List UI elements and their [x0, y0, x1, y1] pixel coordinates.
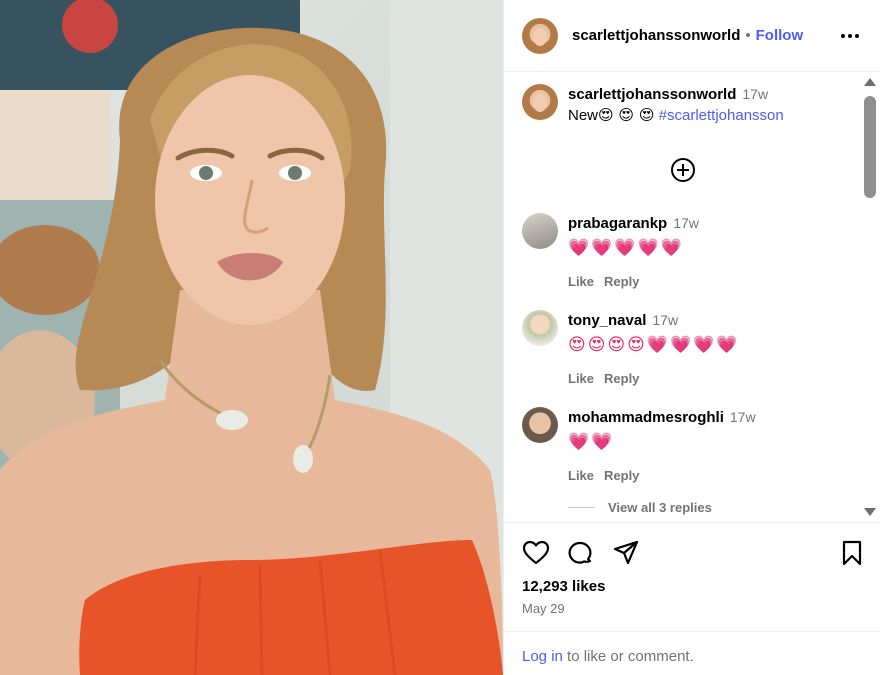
comment-item: mohammadmesroghli 17w 💗💗 Like Reply — [522, 407, 852, 483]
comment-time[interactable]: 17w — [673, 215, 699, 231]
caption-hashtag[interactable]: #scarlettjohansson — [659, 107, 784, 124]
caption-text: New — [568, 107, 599, 124]
post-photo[interactable] — [0, 0, 503, 675]
comment-item: prabagarankp 17w 💗💗💗💗💗 Like Reply — [522, 213, 852, 289]
post-header: scarlettjohanssonworld • Follow — [504, 0, 880, 72]
login-prompt: Log in to like or comment. — [504, 631, 880, 665]
load-more-comments-icon[interactable] — [670, 157, 696, 183]
view-replies-button[interactable]: View all 3 replies — [568, 500, 712, 515]
comment-text: 💗💗💗💗💗 — [568, 238, 684, 257]
commenter-avatar[interactable] — [522, 407, 558, 443]
comments-section: scarlettjohanssonworld 17w New😍 😍 😍 #scar… — [504, 72, 860, 522]
comment-reply-button[interactable]: Reply — [604, 468, 639, 483]
comments-scrollbar[interactable] — [860, 72, 880, 522]
post-caption: scarlettjohanssonworld 17w New😍 😍 😍 #scar… — [522, 84, 852, 126]
action-bar — [522, 539, 862, 567]
commenter-avatar[interactable] — [522, 213, 558, 249]
replies-rule — [568, 507, 594, 508]
instagram-post: scarlettjohanssonworld • Follow scarlett… — [0, 0, 880, 675]
comment-icon[interactable] — [566, 539, 594, 567]
post-date[interactable]: May 29 — [522, 601, 565, 616]
login-prompt-text: to like or comment. — [562, 648, 694, 665]
portrait-image — [0, 0, 503, 675]
scroll-thumb[interactable] — [864, 96, 876, 198]
commenter-username[interactable]: mohammadmesroghli — [568, 409, 724, 426]
comment-time[interactable]: 17w — [730, 409, 756, 425]
caption-emojis: 😍 😍 😍 — [598, 106, 655, 124]
more-options-icon[interactable] — [839, 26, 861, 46]
comment-like-button[interactable]: Like — [568, 274, 594, 289]
scroll-up-arrow-icon[interactable] — [864, 78, 876, 86]
post-sidebar: scarlettjohanssonworld • Follow scarlett… — [503, 0, 880, 675]
comment-text: 💗💗 — [568, 432, 615, 451]
scroll-down-arrow-icon[interactable] — [864, 508, 876, 516]
share-icon[interactable] — [612, 539, 640, 567]
comment-time[interactable]: 17w — [652, 312, 678, 328]
comment-item: tony_naval 17w 😍😍😍😍💗💗💗💗 Like Reply — [522, 310, 852, 386]
caption-avatar[interactable] — [522, 84, 558, 120]
commenter-username[interactable]: prabagarankp — [568, 215, 667, 232]
separator-dot: • — [745, 27, 751, 44]
caption-time[interactable]: 17w — [742, 86, 768, 102]
comment-reply-button[interactable]: Reply — [604, 274, 639, 289]
author-username[interactable]: scarlettjohanssonworld — [572, 27, 740, 44]
comment-like-button[interactable]: Like — [568, 371, 594, 386]
login-link[interactable]: Log in — [522, 648, 563, 665]
commenter-username[interactable]: tony_naval — [568, 312, 646, 329]
view-replies-label: View all 3 replies — [608, 500, 712, 515]
bookmark-icon[interactable] — [838, 539, 866, 567]
comment-reply-button[interactable]: Reply — [604, 371, 639, 386]
author-avatar[interactable] — [522, 17, 558, 54]
likes-count[interactable]: 12,293 likes — [522, 578, 605, 595]
comment-text: 😍😍😍😍💗💗💗💗 — [568, 335, 740, 354]
post-footer: 12,293 likes May 29 Log in to like or co… — [504, 522, 880, 675]
commenter-avatar[interactable] — [522, 310, 558, 346]
comment-like-button[interactable]: Like — [568, 468, 594, 483]
heart-icon[interactable] — [522, 539, 550, 567]
caption-username[interactable]: scarlettjohanssonworld — [568, 86, 736, 103]
follow-button[interactable]: Follow — [756, 27, 804, 44]
